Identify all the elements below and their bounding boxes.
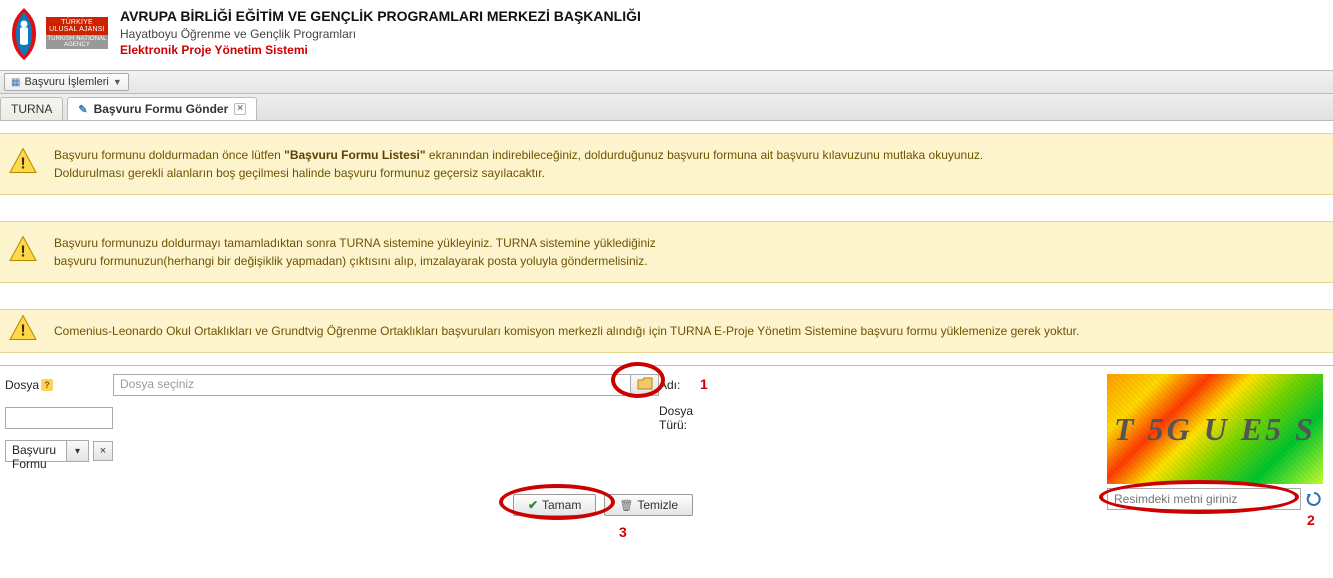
logo-text-main: TÜRKİYE ULUSAL AJANSI (46, 17, 108, 35)
captcha-image: T 5G U E5 S (1107, 374, 1323, 484)
form-left: Dosya ? Dosya seçiniz 1 Adı: Dosya Türü: (0, 374, 700, 516)
tab-turna-label: TURNA (11, 102, 52, 116)
logo: TÜRKİYE ULUSAL AJANSI TURKISH NATIONAL A… (2, 4, 108, 62)
warning-1-line2: Doldurulması gerekli alanların boş geçil… (54, 166, 545, 180)
label-dosya-turu: Dosya Türü: (659, 404, 695, 432)
app-header: TÜRKİYE ULUSAL AJANSI TURKISH NATIONAL A… (0, 0, 1333, 70)
svg-text:!: ! (20, 244, 25, 261)
grid-icon: ▦ (11, 77, 20, 88)
captcha-input[interactable] (1107, 488, 1301, 510)
logo-icon (2, 4, 46, 62)
annotation-2-label: 2 (1307, 512, 1315, 528)
svg-text:!: ! (20, 156, 25, 173)
captcha-image-text: T 5G U E5 S (1114, 411, 1316, 448)
close-icon[interactable]: × (234, 103, 246, 115)
help-icon[interactable]: ? (41, 379, 53, 391)
clear-select-button[interactable]: × (93, 441, 113, 461)
org-title: AVRUPA BİRLİĞİ EĞİTİM VE GENÇLİK PROGRAM… (120, 7, 641, 26)
folder-icon (637, 377, 653, 394)
header-titles: AVRUPA BİRLİĞİ EĞİTİM VE GENÇLİK PROGRAM… (120, 7, 641, 58)
warning-icon: ! (8, 147, 38, 182)
browse-button[interactable] (631, 374, 659, 396)
logo-text-sub: TURKISH NATIONAL AGENCY (46, 35, 108, 49)
clear-button[interactable]: 🗑 Temizle (604, 494, 693, 516)
label-adi: Adı: (659, 378, 695, 392)
warning-1: ! Başvuru formunu doldurmadan önce lütfe… (0, 133, 1333, 195)
svg-text:!: ! (20, 323, 25, 340)
warning-1-bold: "Başvuru Formu Listesi" (284, 148, 425, 162)
logo-text: TÜRKİYE ULUSAL AJANSI TURKISH NATIONAL A… (46, 17, 108, 49)
file-input[interactable]: Dosya seçiniz (113, 374, 631, 396)
warning-2-line2: başvuru formunuzun(herhangi bir değişikl… (54, 254, 648, 268)
chevron-down-icon: ▼ (113, 77, 122, 87)
warning-icon: ! (8, 314, 38, 349)
warning-icon: ! (8, 235, 38, 270)
refresh-icon[interactable] (1305, 490, 1323, 508)
warning-stack: ! Başvuru formunu doldurmadan önce lütfe… (0, 133, 1333, 353)
menubar: ▦ Başvuru İşlemleri ▼ (0, 70, 1333, 94)
warning-1-post: ekranından indirebileceğiniz, doldurduğu… (426, 148, 984, 162)
warning-2-body: Başvuru formunuzu doldurmayı tamamladıkt… (54, 234, 1321, 270)
label-dosya: Dosya ? (5, 378, 113, 392)
trash-icon: 🗑 (619, 499, 633, 512)
upload-form: Dosya ? Dosya seçiniz 1 Adı: Dosya Türü: (0, 365, 1333, 536)
captcha-area: T 5G U E5 S 2 (700, 374, 1333, 516)
file-input-group: Dosya seçiniz (113, 374, 659, 396)
action-row: ✔ Tamam 🗑 Temizle 3 (5, 494, 693, 516)
org-subtitle: Hayatboyu Öğrenme ve Gençlik Programları (120, 26, 641, 42)
menu-basvuru-islemleri[interactable]: ▦ Başvuru İşlemleri ▼ (4, 73, 129, 91)
tab-formgonder-label: Başvuru Formu Gönder (94, 102, 229, 116)
file-type-value: Başvuru Formu (5, 440, 67, 462)
warning-1-pre: Başvuru formunu doldurmadan önce lütfen (54, 148, 284, 162)
warning-3: ! Comenius-Leonardo Okul Ortaklıkları ve… (0, 309, 1333, 353)
clear-button-label: Temizle (637, 498, 678, 512)
chevron-down-icon[interactable]: ▾ (67, 440, 89, 462)
tab-turna[interactable]: TURNA (0, 97, 63, 120)
ok-button-label: Tamam (542, 498, 581, 512)
send-icon: ✎ (78, 103, 87, 116)
check-icon: ✔ (528, 498, 538, 512)
ok-button[interactable]: ✔ Tamam (513, 494, 596, 516)
menu-label: Başvuru İşlemleri (24, 76, 108, 88)
annotation-3-label: 3 (619, 524, 627, 540)
warning-2-line1: Başvuru formunuzu doldurmayı tamamladıkt… (54, 236, 656, 250)
tab-basvuru-formu-gonder[interactable]: ✎ Başvuru Formu Gönder × (67, 97, 257, 120)
file-type-select[interactable]: Başvuru Formu ▾ (5, 440, 89, 462)
warning-3-body: Comenius-Leonardo Okul Ortaklıkları ve G… (54, 322, 1321, 340)
warning-2: ! Başvuru formunuzu doldurmayı tamamladı… (0, 221, 1333, 283)
name-input[interactable] (5, 407, 113, 429)
system-name: Elektronik Proje Yönetim Sistemi (120, 42, 641, 58)
tabstrip: TURNA ✎ Başvuru Formu Gönder × (0, 94, 1333, 121)
warning-1-body: Başvuru formunu doldurmadan önce lütfen … (54, 146, 1321, 182)
